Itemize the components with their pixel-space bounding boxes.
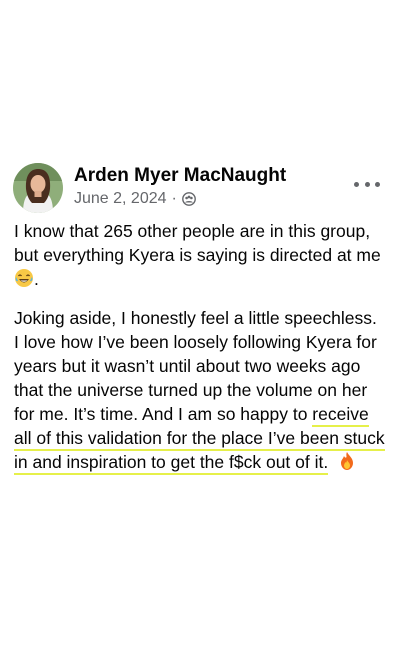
author-name[interactable]: Arden Myer MacNaught	[74, 165, 286, 187]
crying-laughing-emoji	[14, 268, 34, 294]
avatar-photo	[13, 163, 63, 213]
paragraph-1-text: I know that 265 other people are in this…	[14, 221, 381, 265]
post-screen: { "post": { "author": "Arden Myer MacNau…	[0, 0, 400, 665]
fire-emoji	[338, 451, 356, 477]
post-paragraph-2: Joking aside, I honestly feel a little s…	[14, 306, 386, 477]
post-date[interactable]: June 2, 2024	[74, 190, 167, 208]
post-paragraph-1: I know that 265 other people are in this…	[14, 219, 386, 294]
post-body: I know that 265 other people are in this…	[0, 219, 400, 477]
more-options-icon[interactable]	[354, 173, 380, 195]
group-icon[interactable]	[181, 192, 196, 206]
post-card: Arden Myer MacNaught June 2, 2024 · I kn…	[0, 155, 400, 489]
avatar[interactable]	[13, 163, 63, 213]
post-header: Arden Myer MacNaught June 2, 2024 ·	[0, 155, 400, 219]
post-meta: June 2, 2024 ·	[74, 190, 196, 208]
meta-separator: ·	[171, 190, 177, 207]
paragraph-1-end: .	[34, 269, 39, 289]
